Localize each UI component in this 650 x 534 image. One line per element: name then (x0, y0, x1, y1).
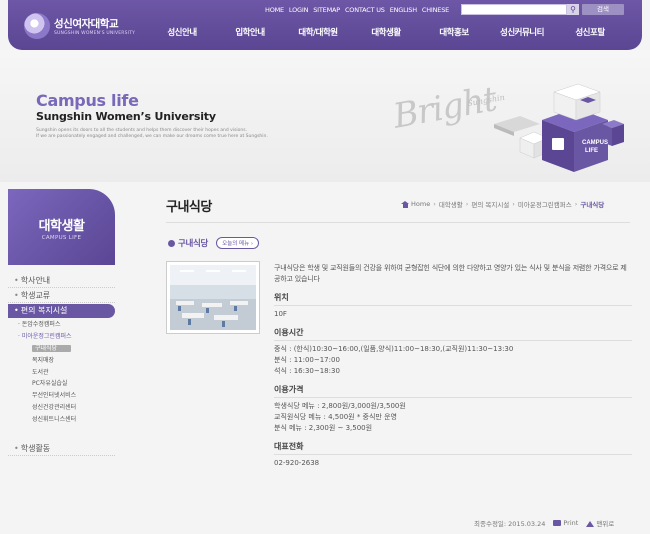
banner-subtitle: Sungshin Women’s University (36, 110, 216, 123)
site-header: 성신여자대학교 SUNGSHIN WOMEN'S UNIVERSITY HOME… (8, 0, 642, 50)
gnb-item-campus-life[interactable]: 대학생활 (352, 26, 420, 38)
hours-heading: 이용시간 (274, 328, 304, 337)
banner-title: Campus life (36, 91, 139, 110)
gnb-item-community[interactable]: 성신커뮤니티 (488, 26, 556, 38)
hours-snack: 분식 : 11:00~17:00 (274, 356, 340, 364)
gnb-item-pr[interactable]: 대학홍보 (420, 26, 488, 38)
breadcrumb-current: 구내식당 (580, 201, 605, 209)
lnb-item-facilities[interactable]: • 편의 복지시설 (8, 304, 115, 318)
lnb-item-exchange[interactable]: • 학생교류 (8, 289, 115, 303)
breadcrumb-campus-life[interactable]: 대학생활 (439, 199, 463, 209)
price-snack: 분식 메뉴 : 2,300원 ~ 3,500원 (274, 424, 373, 432)
banner-description: Sungshin opens its doors to all the stud… (36, 128, 268, 139)
phone-heading: 대표전화 (274, 442, 304, 451)
lnb-sub-mia[interactable]: · 미아운정그린캠퍼스 (8, 331, 115, 343)
search-icon[interactable]: ⚲ (567, 4, 579, 15)
intro-text: 구내식당은 학생 및 교직원들의 건강을 위하여 균형잡힌 식단에 의한 다양하… (274, 264, 627, 283)
search-input[interactable] (461, 4, 567, 15)
price-staff: 교직원식당 메뉴 : 4,500원 * 중식만 운영 (274, 413, 397, 421)
lnb-header: 대학생활 CAMPUS LIFE (8, 189, 115, 265)
phone-value: 02-920-2638 (274, 459, 320, 467)
global-nav: 성신안내 입학안내 대학/대학원 대학생활 대학홍보 성신커뮤니티 성신포탈 (148, 26, 624, 38)
back-to-top-button[interactable]: 맨위로 (586, 518, 614, 528)
last-updated: 최종수정일: 2015.03.24 (474, 520, 546, 528)
gnb-item-colleges[interactable]: 대학/대학원 (284, 26, 352, 38)
util-login-link[interactable]: LOGIN (289, 6, 309, 14)
lnb-sub-donam[interactable]: · 돈암수정캠퍼스 (8, 319, 115, 331)
lnb-title: 대학생활 (38, 219, 85, 234)
util-home-link[interactable]: HOME (265, 6, 284, 14)
today-menu-button[interactable]: 오늘의 메뉴 › (216, 237, 260, 249)
chevron-right-icon: › (250, 241, 254, 247)
price-student: 학생식당 메뉴 : 2,800원/3,000원/3,500원 (274, 402, 406, 410)
logo-korean: 성신여자대학교 (54, 18, 119, 30)
arrow-up-icon (586, 521, 595, 527)
gnb-item-admission[interactable]: 입학안내 (216, 26, 284, 38)
lnb-subtitle: CAMPUS LIFE (41, 235, 82, 241)
breadcrumb-facilities[interactable]: 편의 복지시설 (471, 199, 509, 209)
gnb-item-portal[interactable]: 성신포탈 (556, 26, 624, 38)
title-divider (166, 222, 630, 223)
breadcrumb: Home › 대학생활 › 편의 복지시설 › 미아운정그린캠퍼스 › 구내식당 (401, 199, 604, 209)
lnb-sub2-library[interactable]: 도서관 (8, 367, 115, 379)
search-button[interactable]: 검색 (582, 4, 624, 15)
location-value: 10F (274, 310, 287, 318)
lnb-item-academic[interactable]: • 학사안내 (8, 274, 115, 288)
logo-emblem-icon (24, 13, 50, 39)
lnb-sub2-pc-room[interactable]: PC자유실습실 (8, 378, 115, 390)
hours-dinner: 석식 : 16:30~18:30 (274, 367, 340, 375)
banner-cubes-illustration: CAMPUS LIFE (494, 83, 624, 172)
logo[interactable]: 성신여자대학교 SUNGSHIN WOMEN'S UNIVERSITY (24, 13, 135, 39)
lnb-sub2-store[interactable]: 복지매장 (8, 355, 115, 367)
logo-english: SUNGSHIN WOMEN'S UNIVERSITY (54, 31, 136, 36)
util-contact-link[interactable]: CONTACT US (345, 6, 385, 14)
lnb-sub2-wifi[interactable]: 무선인터넷서비스 (8, 390, 115, 402)
cafeteria-photo (167, 262, 259, 333)
location-heading: 위치 (274, 293, 289, 302)
breadcrumb-home[interactable]: Home (411, 200, 430, 208)
print-button[interactable]: Print (553, 519, 578, 527)
lnb-sub2-cafeteria[interactable]: 구내식당 (8, 343, 115, 355)
gnb-item-about[interactable]: 성신안내 (148, 26, 216, 38)
utility-links: HOME LOGIN SITEMAP CONTACT US ENGLISH CH… (265, 6, 449, 14)
printer-icon (553, 520, 562, 526)
hours-lunch: 중식 : (한식)10:30~16:00,(일품,양식)11:00~18:30,… (274, 345, 514, 353)
home-icon (401, 200, 409, 208)
left-nav: • 학사안내 • 학생교류 • 편의 복지시설 · 돈암수정캠퍼스 · 미아운정그린캠… (8, 274, 115, 457)
cube-label-campus: CAMPUS (582, 140, 608, 146)
cup-icon (552, 138, 564, 150)
breadcrumb-mia-campus[interactable]: 미아운정그린캠퍼스 (518, 199, 572, 209)
page-footer: 최종수정일: 2015.03.24 Print 맨위로 (474, 518, 614, 528)
content-body: 구내식당은 학생 및 교직원들의 건강을 위하여 균형잡힌 식단에 의한 다양하… (274, 263, 632, 469)
section-title: 구내식당 오늘의 메뉴 › (168, 237, 260, 249)
util-sitemap-link[interactable]: SITEMAP (313, 6, 340, 14)
lnb-sub2-health[interactable]: 성신건강관리센터 (8, 402, 115, 414)
page-title: 구내식당 (166, 200, 212, 215)
util-chinese-link[interactable]: CHINESE (422, 6, 449, 14)
util-english-link[interactable]: ENGLISH (390, 6, 417, 14)
lnb-sub2-fitness[interactable]: 성신휘트니스센터 (8, 414, 115, 426)
lnb-item-activities[interactable]: • 학생활동 (8, 442, 115, 456)
price-heading: 이용가격 (274, 385, 304, 394)
bullet-icon (168, 239, 175, 247)
cube-label-life: LIFE (585, 148, 598, 154)
